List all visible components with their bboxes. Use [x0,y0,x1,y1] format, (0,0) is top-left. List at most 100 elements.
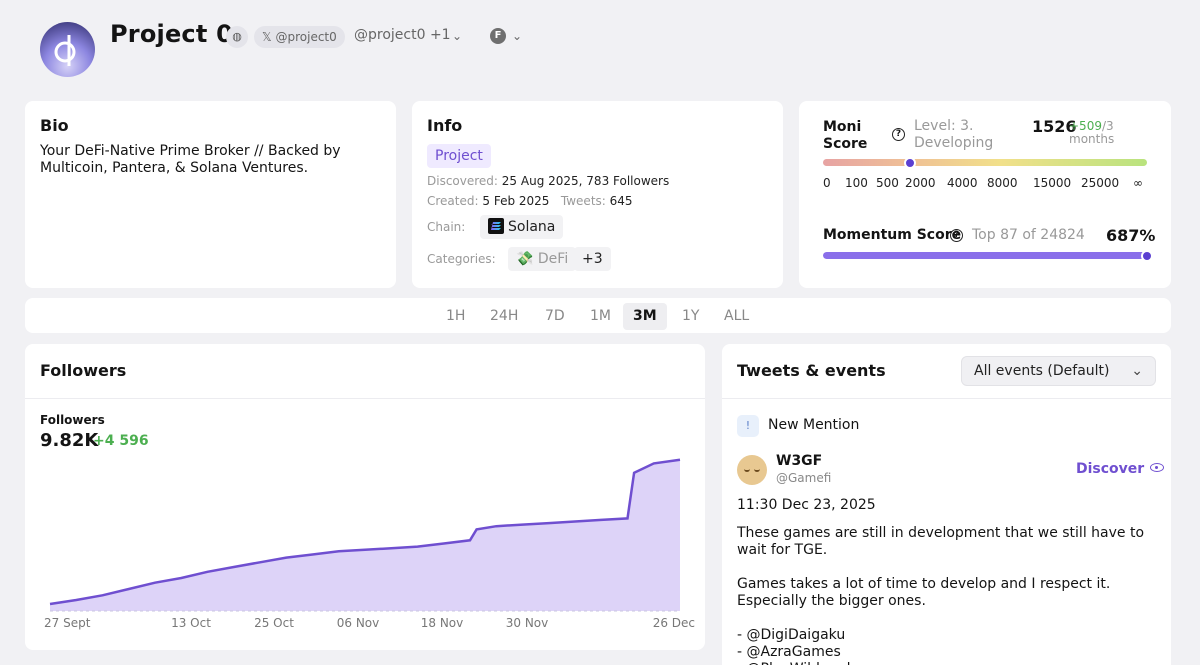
tweet-author-name[interactable]: W3GF [776,453,822,469]
momentum-score-label: Momentum Score [823,227,962,243]
range-all[interactable]: ALL [714,303,759,330]
events-filter-value: All events (Default) [974,363,1110,379]
bio-heading: Bio [40,116,69,135]
handle-text: @project0 [354,27,426,43]
moni-level: Level: 3. Developing [914,118,994,151]
time-range-bar: 1H 24H 7D 1M 3M 1Y ALL [25,298,1171,333]
category-more-chip[interactable]: +3 [574,247,611,271]
tweets-card: Tweets & events All events (Default) ⌄ !… [722,344,1171,665]
tweet-author-handle[interactable]: @Gamefi [776,471,831,485]
followers-card: Followers Followers 9.82K +4 596 27 Sept… [25,344,705,650]
range-24h[interactable]: 24H [480,303,528,330]
followers-delta: +4 596 [93,433,149,449]
moni-score-card: Moni Score ? Level: 3. Developing 1526 +… [799,101,1171,288]
moni-months: months [1069,132,1115,146]
moni-scale-tick: 25000 [1081,176,1120,190]
moni-scale-tick: 15000 [1033,176,1072,190]
discover-label: Discover [1076,461,1145,477]
divider [722,398,1171,399]
tweet-body: These games are still in development tha… [737,525,1145,665]
moni-scale-marker [904,157,916,169]
chevron-down-icon[interactable]: ⌄ [452,29,462,43]
x-tick-label: 30 Nov [506,616,549,630]
handle-extra-count: +1 [429,27,451,43]
event-type-label: New Mention [768,417,860,433]
chevron-down-icon: ⌄ [1131,363,1143,379]
chevron-down-icon[interactable]: ⌄ [512,29,522,43]
solana-icon [488,218,504,234]
chain-label: Chain: [427,220,466,234]
moni-score-delta: +509/3 [1069,119,1114,133]
discovered-line: Discovered: 25 Aug 2025, 783 Followers [427,174,669,188]
created-line: Created: 5 Feb 2025 Tweets: 645 [427,194,633,208]
tweets-label: Tweets: [560,194,606,208]
discovered-label: Discovered: [427,174,498,188]
followers-count: 9.82K [40,430,99,451]
x-tick-label: 18 Nov [421,616,464,630]
discover-button[interactable]: Discover [1076,461,1165,477]
project-header: Project 0 ◍ 𝕏 @project0 @project0 +1 ⌄ F… [0,0,1200,98]
created-value: 5 Feb 2025 [482,194,550,208]
moni-scale-tick: 100 [845,176,868,190]
type-badge: Project [427,144,491,168]
help-icon[interactable]: ? [950,229,963,242]
range-1m[interactable]: 1M [580,303,621,330]
followers-heading: Followers [40,361,127,380]
x-tick-label: 06 Nov [337,616,380,630]
chain-chip[interactable]: Solana [480,215,564,239]
range-7d[interactable]: 7D [535,303,575,330]
range-1y[interactable]: 1Y [672,303,709,330]
events-filter-select[interactable]: All events (Default) ⌄ [961,356,1156,386]
moni-scale-bar [823,159,1147,166]
moni-score-label: Moni Score [823,119,868,152]
moni-delta-period: /3 [1101,119,1114,133]
momentum-bar-marker [1141,250,1153,262]
x-tick-label: 13 Oct [171,616,211,630]
info-heading: Info [427,116,463,135]
followers-area [50,459,680,611]
project-logo [40,22,95,77]
tweets-heading: Tweets & events [737,361,886,380]
globe-icon[interactable]: ◍ [226,26,248,48]
momentum-rank: Top 87 of 24824 [972,227,1085,243]
tweet-timestamp: 11:30 Dec 23, 2025 [737,497,876,513]
moni-delta-value: +509 [1069,119,1102,133]
help-icon[interactable]: ? [892,128,905,141]
moni-scale-tick: 0 [823,176,831,190]
categories-label: Categories: [427,252,496,266]
handle-selector[interactable]: @project0 +1 [354,27,451,43]
x-tick-label: 26 Dec [653,616,695,630]
project-logo-mark [54,35,76,66]
moni-scale-tick: 500 [876,176,899,190]
x-tick-label: 27 Sept [44,616,91,630]
moni-scale-tick: ∞ [1133,176,1143,190]
created-label: Created: [427,194,479,208]
category-chip[interactable]: 💸 DeFi [508,247,577,271]
eye-icon [1150,463,1165,472]
bio-text: Your DeFi-Native Prime Broker // Backed … [40,143,341,176]
info-card: Info Project Discovered: 25 Aug 2025, 78… [412,101,783,288]
bio-card: Bio Your DeFi-Native Prime Broker // Bac… [25,101,396,288]
mention-icon: ! [737,415,759,437]
discovered-value: 25 Aug 2025, 783 Followers [501,174,670,188]
momentum-score-value: 687% [1106,226,1156,245]
followers-sub-label: Followers [40,413,105,427]
range-3m[interactable]: 3M [623,303,667,330]
moni-scale-tick: 4000 [947,176,978,190]
page-title: Project 0 [110,20,233,48]
category-label: DeFi [537,251,569,267]
followers-chart[interactable]: 27 Sept 13 Oct 25 Oct 06 Nov 18 Nov 30 Nov 26 … [25,454,705,650]
range-1h[interactable]: 1H [436,303,475,330]
divider [25,398,705,399]
moni-scale-tick: 2000 [905,176,936,190]
avatar[interactable] [737,455,767,485]
x-tick-label: 25 Oct [254,616,294,630]
flag-icon[interactable]: F [490,28,506,44]
chain-value: Solana [508,219,556,235]
money-icon: 💸 [516,251,534,267]
momentum-bar [823,252,1147,259]
momentum-bar-fill [823,252,1147,259]
x-profile-link[interactable]: 𝕏 @project0 [254,26,345,48]
moni-scale-tick: 8000 [987,176,1018,190]
tweets-count: 645 [609,194,633,208]
